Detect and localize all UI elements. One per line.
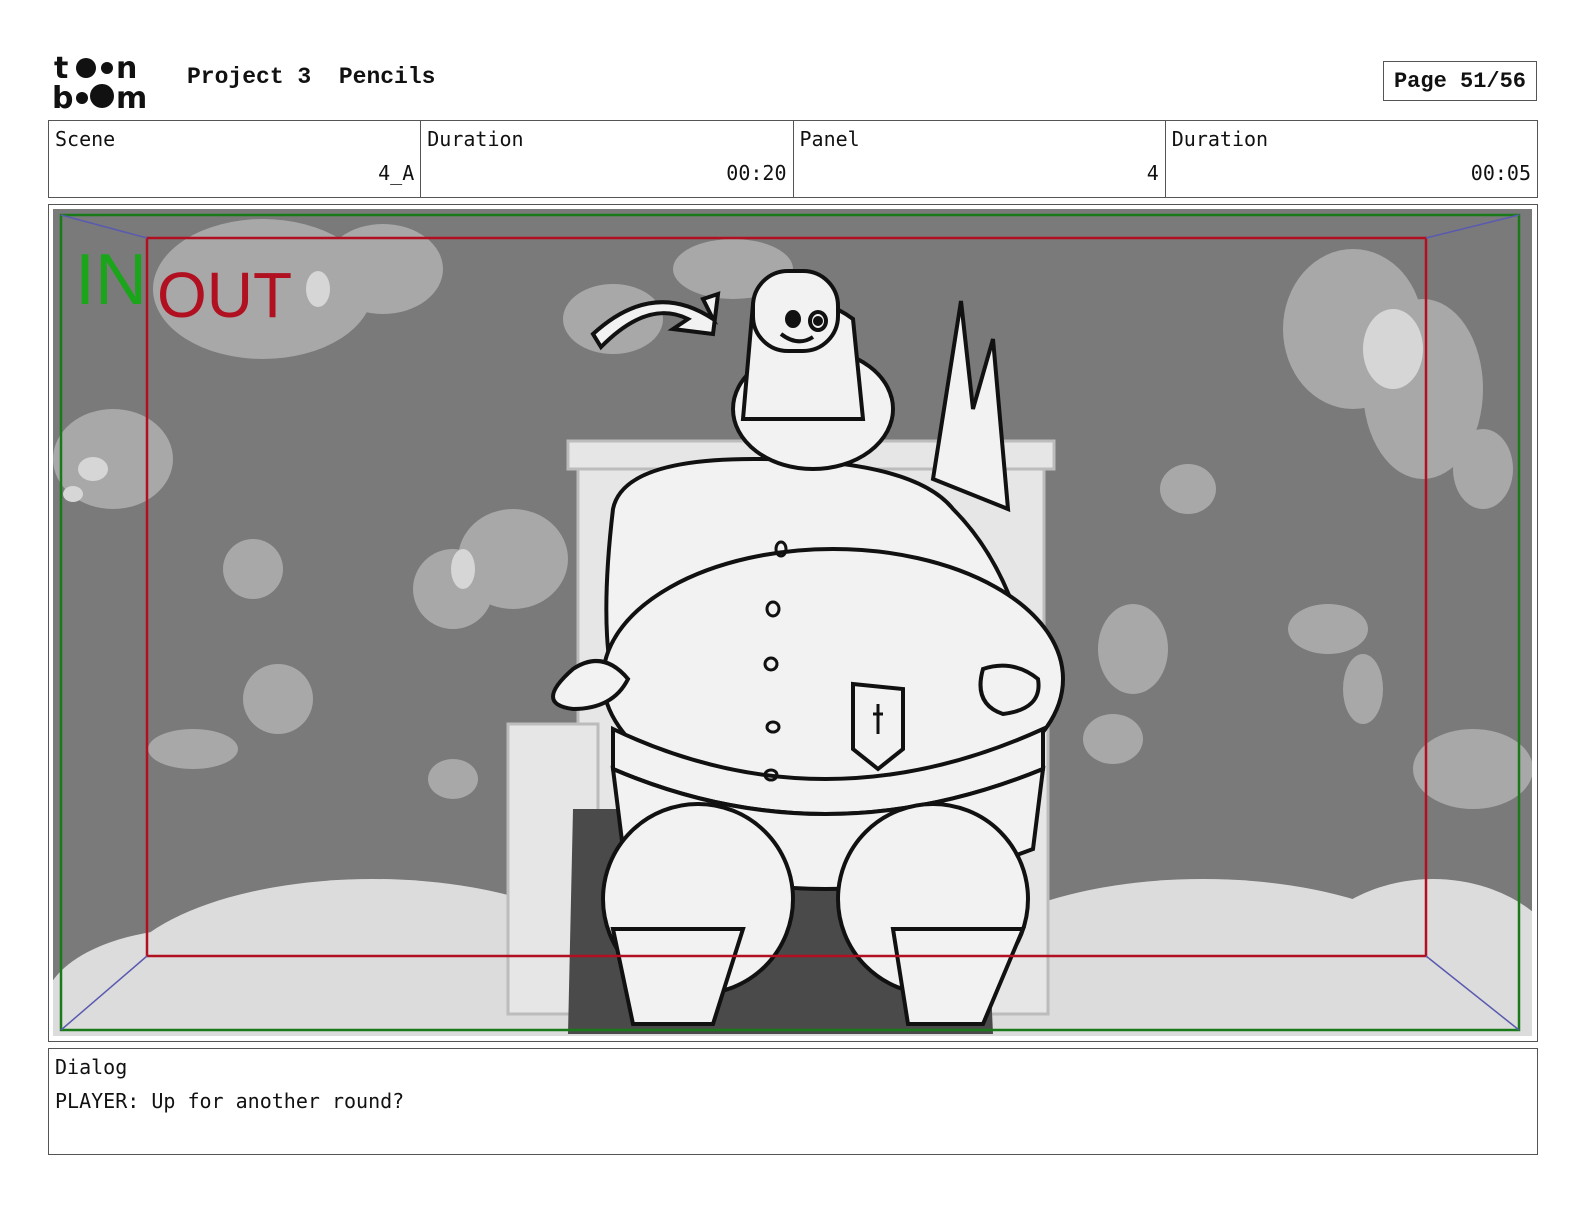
scene-duration-cell: Duration 00:20 bbox=[420, 121, 792, 197]
scene-duration-label: Duration bbox=[427, 127, 524, 151]
project-stage: Pencils bbox=[338, 64, 436, 90]
panel-cell: Panel 4 bbox=[792, 121, 1165, 197]
storyboard-drawing: IN OUT bbox=[53, 209, 1532, 1036]
dialog-label: Dialog bbox=[55, 1055, 128, 1079]
storyboard-panel: IN OUT bbox=[48, 204, 1538, 1042]
scene-value: 4_A bbox=[378, 161, 415, 185]
project-name: Project 3 bbox=[187, 64, 312, 90]
dialog-box: Dialog PLAYER: Up for another round? bbox=[48, 1048, 1538, 1155]
svg-text:b: b bbox=[52, 81, 73, 112]
in-label: IN bbox=[75, 240, 147, 320]
svg-text:m: m bbox=[116, 81, 147, 112]
dialog-text: PLAYER: Up for another round? bbox=[55, 1089, 405, 1113]
toon-boom-logo: t n b m bbox=[52, 51, 147, 112]
panel-info-table: Scene 4_A Duration 00:20 Panel 4 Duratio… bbox=[48, 120, 1538, 198]
panel-duration-label: Duration bbox=[1171, 127, 1269, 151]
scene-cell: Scene 4_A bbox=[49, 121, 420, 197]
panel-duration-cell: Duration 00:05 bbox=[1164, 121, 1537, 197]
panel-value: 4 bbox=[1146, 161, 1159, 185]
out-label: OUT bbox=[157, 259, 292, 331]
panel-label: Panel bbox=[799, 127, 860, 151]
scene-duration-value: 00:20 bbox=[726, 161, 787, 185]
panel-duration-value: 00:05 bbox=[1470, 161, 1531, 185]
page-indicator: Page 51/56 bbox=[1383, 61, 1537, 101]
page-label: Page 51/56 bbox=[1393, 68, 1527, 94]
project-title: Project 3 Pencils bbox=[187, 64, 435, 90]
scene-label: Scene bbox=[55, 127, 116, 151]
